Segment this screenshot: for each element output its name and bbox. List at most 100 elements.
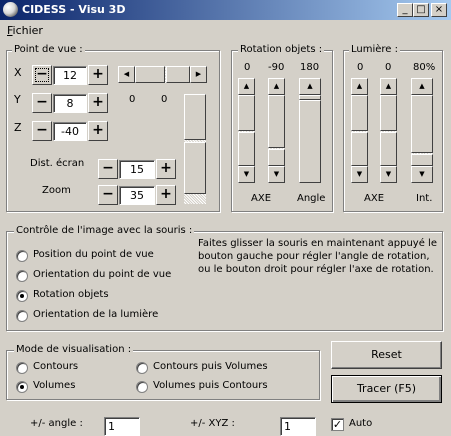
menu-bar: Fichier: [0, 21, 451, 39]
zoom-plus-button[interactable]: +: [156, 185, 176, 205]
option-orientation-point-de-vue[interactable]: Orientation du point de vue: [33, 269, 171, 280]
radio-volumes-puis-contours[interactable]: [136, 381, 148, 393]
view-vertical-scrollbar[interactable]: [184, 94, 206, 204]
scroll-down-arrow[interactable]: ▼: [351, 166, 368, 183]
dist-plus-button[interactable]: +: [156, 159, 176, 179]
scroll-thumb[interactable]: [238, 95, 255, 131]
rotation-axe-scrollbar-1[interactable]: ▲ ▼: [238, 78, 255, 183]
xyz-step-label: +/- XYZ :: [190, 418, 235, 429]
menu-fichier[interactable]: Fichier: [7, 24, 43, 37]
dist-ecran-field[interactable]: [119, 160, 155, 179]
scroll-thumb[interactable]: [351, 95, 368, 131]
angle-step-label: +/- angle :: [30, 418, 83, 429]
view-readout-2: 0: [161, 94, 168, 105]
zoom-minus-button[interactable]: −: [98, 185, 118, 205]
scroll-down-arrow[interactable]: ▼: [411, 166, 433, 183]
controle-souris-title: Contrôle de l'image avec la souris :: [14, 225, 195, 236]
scroll-thumb[interactable]: [351, 132, 368, 166]
radio-contours-puis-volumes[interactable]: [136, 362, 148, 374]
lumiere-intensity-scrollbar[interactable]: ▲ ▼: [411, 78, 433, 183]
x-minus-button[interactable]: −: [32, 65, 52, 85]
scroll-thumb[interactable]: [380, 132, 397, 166]
option-position-point-de-vue[interactable]: Position du point de vue: [33, 249, 154, 260]
option-volumes[interactable]: Volumes: [33, 380, 75, 391]
lumiere-axe-scrollbar-1[interactable]: ▲ ▼: [351, 78, 368, 183]
auto-checkbox[interactable]: ✓: [331, 418, 344, 431]
scroll-thumb[interactable]: [380, 95, 397, 131]
radio-orientation-point-de-vue[interactable]: [16, 270, 28, 282]
scroll-right-arrow[interactable]: ▶: [190, 66, 207, 83]
point-de-vue-title: Point de vue :: [12, 44, 85, 55]
tracer-button[interactable]: Tracer (F5): [331, 375, 442, 403]
scroll-up-arrow[interactable]: ▲: [351, 78, 368, 95]
reset-button[interactable]: Reset: [331, 341, 442, 369]
scroll-thumb[interactable]: [184, 142, 206, 194]
radio-position-point-de-vue[interactable]: [16, 250, 28, 262]
option-contours-puis-volumes[interactable]: Contours puis Volumes: [153, 361, 268, 372]
y-label: Y: [14, 93, 21, 106]
title-bar[interactable]: CIDESS - Visu 3D _ □ ×: [0, 0, 451, 20]
scroll-thumb[interactable]: [411, 95, 433, 153]
auto-label[interactable]: Auto: [349, 418, 372, 429]
scroll-thumb[interactable]: [135, 66, 165, 83]
scroll-left-arrow[interactable]: ◀: [118, 66, 135, 83]
scroll-down-arrow[interactable]: ▼: [380, 166, 397, 183]
rotation-objets-title: Rotation objets :: [238, 44, 325, 55]
angle-step-field[interactable]: [104, 417, 140, 436]
scroll-up-arrow[interactable]: ▲: [380, 78, 397, 95]
scroll-thumb[interactable]: [299, 100, 321, 183]
scroll-thumb[interactable]: [184, 94, 206, 140]
scroll-thumb[interactable]: [411, 154, 433, 166]
option-rotation-objets[interactable]: Rotation objets: [33, 289, 109, 300]
mode-visualisation-group: [6, 350, 320, 400]
scroll-up-arrow[interactable]: ▲: [299, 78, 321, 95]
scroll-thumb[interactable]: [268, 149, 285, 166]
x-plus-button[interactable]: +: [88, 65, 108, 85]
rotation-angle-scrollbar[interactable]: ▲: [299, 78, 321, 183]
rotation-axe-scrollbar-2[interactable]: ▲ ▼: [268, 78, 285, 183]
window-title: CIDESS - Visu 3D: [22, 3, 126, 16]
radio-orientation-lumiere[interactable]: [16, 310, 28, 322]
app-icon: [3, 2, 18, 17]
option-orientation-lumiere[interactable]: Orientation de la lumière: [33, 309, 158, 320]
y-field[interactable]: [53, 94, 87, 113]
maximize-button[interactable]: □: [413, 3, 429, 17]
scroll-thumb[interactable]: [166, 66, 190, 83]
lumiere-axe-scrollbar-2[interactable]: ▲ ▼: [380, 78, 397, 183]
zoom-label: Zoom: [42, 185, 71, 196]
z-plus-button[interactable]: +: [88, 121, 108, 141]
radio-rotation-objets[interactable]: [16, 290, 28, 302]
lumiere-value-3: 80%: [413, 62, 436, 73]
mode-visualisation-title: Mode de visualisation :: [14, 344, 134, 355]
option-contours[interactable]: Contours: [33, 361, 78, 372]
rotation-value-3: 180: [300, 62, 320, 73]
close-button[interactable]: ×: [431, 3, 447, 17]
lumiere-axe-label: AXE: [364, 193, 385, 204]
y-plus-button[interactable]: +: [88, 93, 108, 113]
z-label: Z: [14, 121, 22, 134]
controle-help-text: Faites glisser la souris en maintenant a…: [198, 238, 437, 275]
radio-volumes[interactable]: [16, 381, 28, 393]
scroll-thumb[interactable]: [268, 95, 285, 148]
lumiere-int-label: Int.: [416, 193, 433, 204]
scroll-thumb[interactable]: [238, 132, 255, 166]
scroll-down-arrow[interactable]: ▼: [238, 166, 255, 183]
scroll-up-arrow[interactable]: ▲: [268, 78, 285, 95]
dist-ecran-label: Dist. écran: [30, 158, 85, 169]
scroll-up-arrow[interactable]: ▲: [411, 78, 433, 95]
scroll-up-arrow[interactable]: ▲: [238, 78, 255, 95]
radio-contours[interactable]: [16, 362, 28, 374]
view-readout-1: 0: [129, 94, 136, 105]
y-minus-button[interactable]: −: [32, 93, 52, 113]
option-volumes-puis-contours[interactable]: Volumes puis Contours: [153, 380, 268, 391]
z-minus-button[interactable]: −: [32, 121, 52, 141]
dist-minus-button[interactable]: −: [98, 159, 118, 179]
rotation-value-2: -90: [268, 62, 285, 73]
scroll-down-arrow[interactable]: ▼: [268, 166, 285, 183]
view-horizontal-scrollbar[interactable]: ◀ ▶: [118, 66, 207, 83]
zoom-field[interactable]: [119, 186, 155, 205]
xyz-step-field[interactable]: [280, 417, 316, 436]
x-field[interactable]: [53, 66, 87, 85]
minimize-button[interactable]: _: [397, 3, 413, 17]
z-field[interactable]: [53, 122, 87, 141]
